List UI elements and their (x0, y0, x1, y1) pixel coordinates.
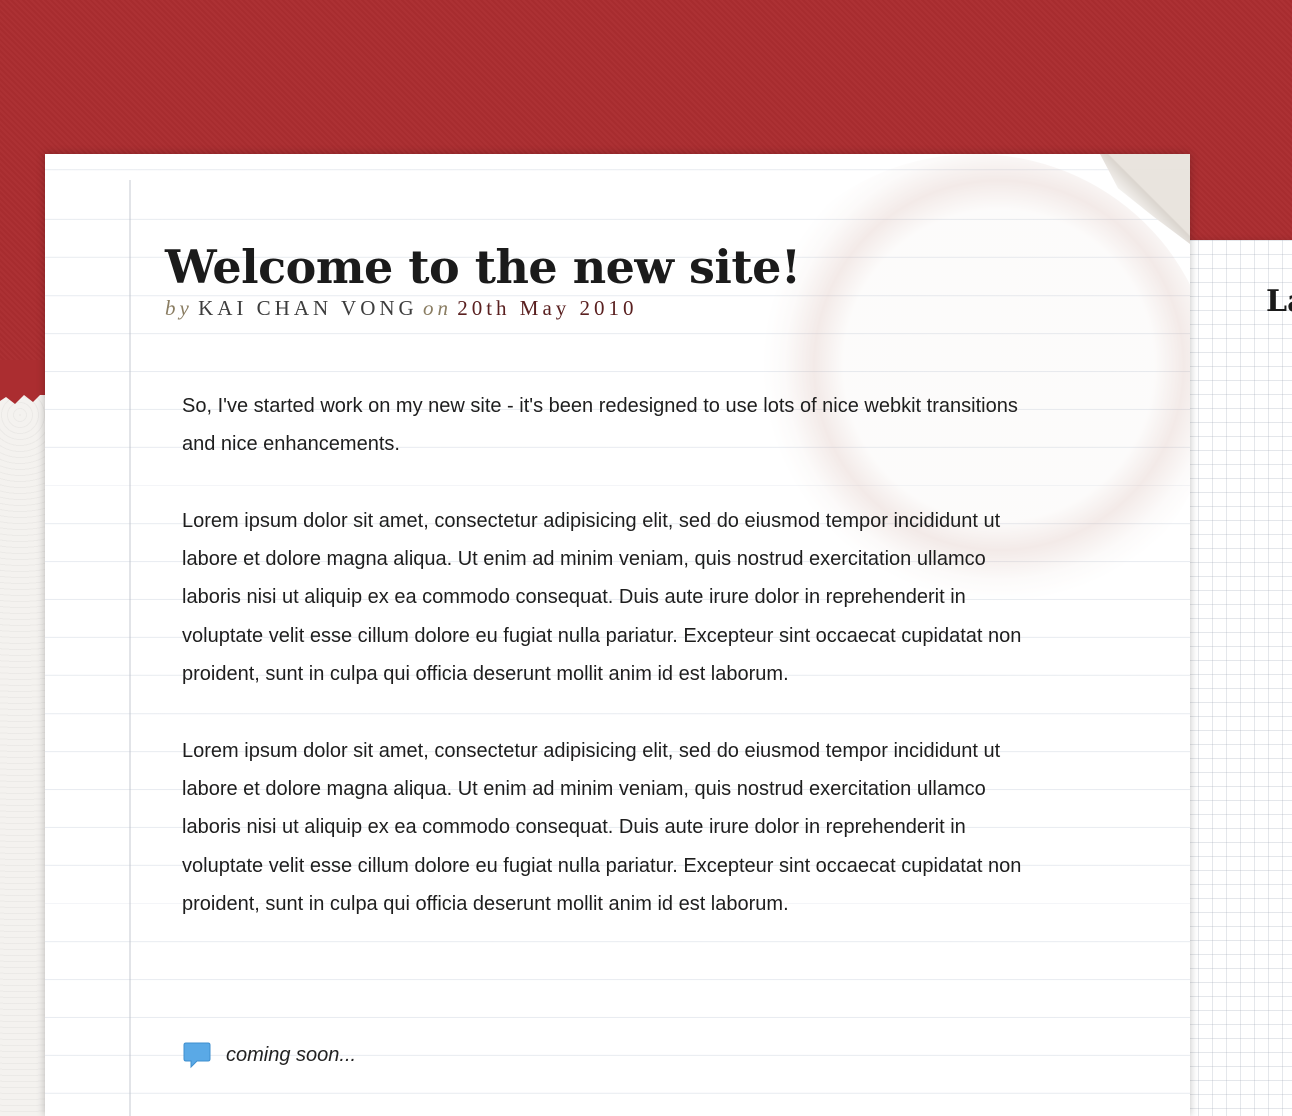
side-card-title: La (1266, 284, 1292, 319)
byline-on: on (422, 296, 452, 320)
article-paragraph: So, I've started work on my new site - i… (182, 395, 1018, 456)
comments-link[interactable]: coming soon... (182, 1040, 356, 1070)
speech-bubble-icon (182, 1040, 212, 1070)
article-sheet: Welcome to the new site! by KAI CHAN VON… (45, 154, 1190, 1116)
article-paragraph: Lorem ipsum dolor sit amet, consectetur … (182, 739, 1022, 915)
paper-margin-line (129, 180, 131, 1116)
byline-by: by (165, 296, 193, 320)
article-paragraph: Lorem ipsum dolor sit amet, consectetur … (182, 509, 1022, 686)
page-curl-decoration (1100, 154, 1190, 244)
article-body: So, I've started work on my new site - i… (182, 387, 1032, 961)
comments-label[interactable]: coming soon... (226, 1044, 356, 1067)
article-title[interactable]: Welcome to the new site! (165, 240, 801, 294)
article-byline: by KAI CHAN VONG on 20th May 2010 (165, 296, 638, 321)
byline-author[interactable]: KAI CHAN VONG (198, 296, 418, 320)
byline-date: 20th May 2010 (457, 296, 638, 320)
